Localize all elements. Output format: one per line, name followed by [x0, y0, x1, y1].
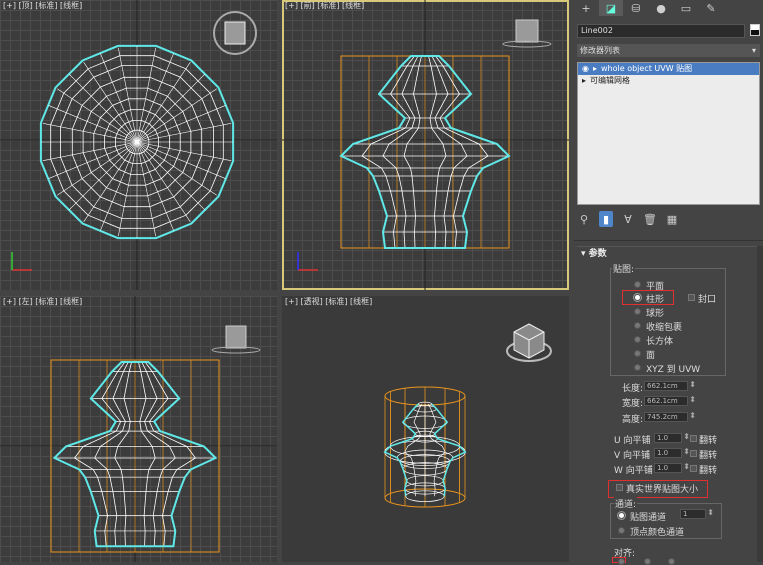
width-label: 宽度: [622, 399, 644, 409]
w-tile-spinner[interactable]: 1.0 [654, 463, 690, 473]
configure-modifier-sets-icon[interactable]: ▦ [665, 211, 679, 227]
stack-item-label: 可编辑网格 [590, 76, 631, 85]
length-label: 长度: [622, 384, 644, 394]
length-spinner[interactable]: 662.1cm [644, 381, 696, 391]
perspective-view-wireframe [383, 323, 552, 508]
v-flip-checkbox[interactable] [690, 450, 697, 457]
v-tile-spinner[interactable]: 1.0 [654, 448, 690, 458]
v-tile-label: V 向平铺 [614, 451, 651, 461]
height-spinner[interactable]: 745.2cm [644, 412, 696, 422]
panel-scrollbar[interactable] [757, 246, 763, 562]
u-tile-label: U 向平铺 [614, 436, 651, 446]
channel-group-label: 通道: [614, 497, 638, 510]
w-tile-label: W 向平铺 [614, 466, 653, 476]
command-panel: + ◪ ⛁ ● ▭ ✎ Line002 修改器列表 ▾ ◉ ▸ whole ob… [574, 0, 763, 565]
mapping-radio-spherical[interactable] [634, 308, 641, 315]
remove-modifier-icon[interactable]: 🗑 [643, 211, 657, 227]
top-view-wireframe [0, 0, 277, 290]
viewport-perspective[interactable]: [+] [透视] [标准] [线框] [282, 296, 569, 562]
viewport-front[interactable]: [+] [前] [标准] [线框] [282, 0, 569, 290]
u-tile-spinner[interactable]: 1.0 [654, 433, 690, 443]
mapping-group-label: 贴图: [612, 262, 636, 275]
display-tab-icon[interactable]: ▭ [674, 0, 698, 16]
axis-tripod-icon [11, 252, 32, 271]
u-flip-checkbox[interactable] [690, 435, 697, 442]
vertex-color-channel-radio[interactable] [618, 527, 625, 534]
command-panel-tabs: + ◪ ⛁ ● ▭ ✎ [574, 0, 763, 16]
pin-stack-icon[interactable]: ⚲ [577, 211, 591, 227]
height-label: 高度: [622, 415, 644, 425]
make-unique-icon[interactable]: ∀ [621, 211, 635, 227]
divider [574, 240, 763, 241]
real-world-size-checkbox[interactable] [616, 484, 623, 491]
viewcube-icon [502, 19, 552, 48]
mapping-option-label: 收缩包裹 [646, 323, 683, 333]
viewport-top[interactable]: [+] [顶] [标准] [线框] [0, 0, 277, 290]
chevron-down-icon: ▾ [751, 46, 756, 55]
mapping-option-label: 面 [646, 351, 656, 361]
cap-label: 封口 [698, 295, 717, 305]
viewport-left[interactable]: [+] [左] [标准] [线框] [0, 296, 277, 562]
mapping-radio-xyz-to-uvw[interactable] [634, 364, 641, 371]
stack-toolbar: ⚲ ▮ ∀ 🗑 ▦ [577, 210, 679, 228]
object-name-field[interactable]: Line002 [577, 24, 745, 38]
highlight-box [622, 290, 674, 305]
w-flip-checkbox[interactable] [690, 465, 697, 472]
eye-icon[interactable]: ◉ [582, 63, 589, 75]
mapping-option-label: 球形 [646, 309, 665, 319]
modifier-list-label: 修改器列表 [580, 46, 620, 55]
stack-item-uvw-map[interactable]: ◉ ▸ whole object UVW 贴图 [578, 63, 759, 75]
vertex-color-channel-label: 顶点颜色通道 [630, 528, 685, 538]
front-view-wireframe [282, 0, 569, 290]
stack-item-editable-mesh[interactable]: ▸ 可编辑网格 [578, 75, 759, 87]
object-color-swatch[interactable] [750, 24, 760, 36]
axis-tripod-icon [297, 252, 318, 271]
flip-label: 翻转 [699, 466, 718, 476]
modify-tab-icon[interactable]: ◪ [599, 0, 623, 16]
params-rollout-header[interactable]: ▾ 参数 [577, 246, 760, 260]
viewcube-icon [213, 11, 257, 55]
stack-item-label: whole object UVW 贴图 [601, 64, 693, 73]
map-channel-label: 贴图通道 [630, 513, 667, 523]
real-world-size-label: 真实世界贴图大小 [626, 485, 699, 495]
mapping-radio-planar[interactable] [634, 281, 641, 288]
width-spinner[interactable]: 662.1cm [644, 396, 696, 406]
cap-checkbox[interactable] [688, 294, 695, 301]
left-view-wireframe [0, 296, 277, 562]
map-channel-radio[interactable] [618, 512, 625, 519]
mapping-option-label: XYZ 到 UVW [646, 365, 701, 375]
expand-arrow-icon[interactable]: ▸ [593, 63, 597, 75]
flip-label: 翻转 [699, 436, 718, 446]
create-tab-icon[interactable]: + [574, 0, 598, 16]
flip-label: 翻转 [699, 451, 718, 461]
collapse-icon: ▾ [581, 249, 589, 259]
mapping-radio-box[interactable] [634, 336, 641, 343]
rollout-title: 参数 [588, 249, 607, 259]
viewcube-icon [506, 323, 552, 362]
map-channel-spinner[interactable]: 1 [680, 509, 714, 519]
mapping-radio-shrinkwrap[interactable] [634, 322, 641, 329]
expand-arrow-icon[interactable]: ▸ [582, 75, 586, 87]
modifier-stack[interactable]: ◉ ▸ whole object UVW 贴图 ▸ 可编辑网格 [577, 62, 760, 205]
utilities-tab-icon[interactable]: ✎ [699, 0, 723, 16]
viewcube-icon [211, 325, 261, 354]
mapping-radio-face[interactable] [634, 350, 641, 357]
motion-tab-icon[interactable]: ● [649, 0, 673, 16]
mapping-option-label: 长方体 [646, 337, 674, 347]
show-end-result-icon[interactable]: ▮ [599, 211, 613, 227]
modifier-list-dropdown[interactable]: 修改器列表 ▾ [577, 44, 760, 57]
hierarchy-tab-icon[interactable]: ⛁ [624, 0, 648, 16]
